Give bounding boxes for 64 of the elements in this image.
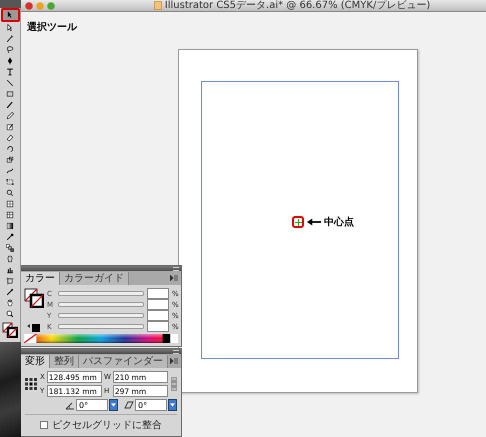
caret-icon — [111, 403, 116, 407]
dropdown-button[interactable] — [109, 399, 118, 411]
grid-icon — [5, 198, 15, 208]
value-field[interactable] — [147, 288, 169, 299]
blend-icon — [5, 242, 15, 252]
symbol-icon — [5, 254, 15, 264]
slice-icon — [5, 286, 15, 296]
eraser-icon — [5, 132, 15, 142]
transform-icon — [5, 176, 15, 186]
callout-label: 選択ツール — [27, 20, 77, 34]
panel-tab[interactable]: カラー — [21, 272, 60, 285]
line-icon — [5, 78, 15, 88]
close-icon[interactable] — [25, 2, 33, 10]
artboard-icon — [5, 276, 15, 286]
panel-menu-icon[interactable] — [170, 358, 178, 364]
type-icon — [5, 66, 15, 76]
angle-field[interactable]: 0° — [76, 399, 108, 411]
hollow-arrow-icon — [5, 22, 15, 32]
shape-builder-icon — [5, 188, 15, 198]
value-field[interactable] — [147, 299, 169, 310]
panel-tab[interactable]: 整列 — [50, 355, 79, 368]
mesh-icon — [5, 210, 15, 220]
panel-tab[interactable]: カラーガイド — [60, 272, 129, 285]
scale-icon — [5, 154, 15, 164]
rotate-icon — [5, 144, 15, 154]
caret-icon — [170, 403, 175, 407]
document-icon — [154, 1, 162, 10]
fill-stroke-icon[interactable] — [2, 322, 18, 338]
rectangle-icon — [5, 88, 15, 98]
checkbox[interactable] — [40, 421, 48, 429]
pencil-icon — [5, 110, 15, 120]
panel-tab[interactable]: 変形 — [21, 355, 50, 368]
rotate-angle-icon — [65, 400, 75, 410]
value-field[interactable] — [147, 310, 169, 321]
brush-icon — [5, 100, 15, 110]
panel-tab[interactable]: パスファインダー — [79, 355, 168, 368]
zoom-icon — [5, 308, 15, 318]
value-field[interactable] — [147, 321, 169, 332]
shear-icon — [124, 400, 134, 410]
checkbox-label: ピクセルグリッドに整合 — [52, 419, 162, 432]
angle-field[interactable]: 0° — [135, 399, 167, 411]
callout-label: 中心点 — [324, 215, 354, 229]
fill-stroke-icon[interactable] — [24, 288, 44, 308]
swatch-icon[interactable] — [27, 324, 41, 332]
arrow-icon — [307, 218, 321, 226]
panel-menu-icon[interactable] — [170, 275, 178, 281]
link-icon[interactable] — [171, 377, 177, 391]
dropdown-button[interactable] — [168, 399, 177, 411]
slider-track[interactable] — [58, 291, 144, 296]
eyedropper-icon — [5, 232, 15, 242]
lasso-icon — [5, 44, 15, 54]
pen-icon — [5, 56, 15, 66]
reference-point-icon[interactable] — [25, 378, 37, 390]
crosshair-icon — [294, 218, 302, 226]
slider-track[interactable] — [58, 313, 144, 318]
blob-brush-icon — [5, 122, 15, 132]
slider-track[interactable] — [58, 302, 144, 307]
hand-icon — [5, 298, 15, 308]
color-spectrum[interactable] — [24, 334, 178, 343]
tool-button[interactable] — [0, 8, 20, 22]
slider-track[interactable] — [58, 324, 144, 329]
gradient-icon — [5, 220, 15, 230]
wand-icon — [5, 34, 15, 44]
toolbar-grip[interactable] — [0, 0, 20, 8]
